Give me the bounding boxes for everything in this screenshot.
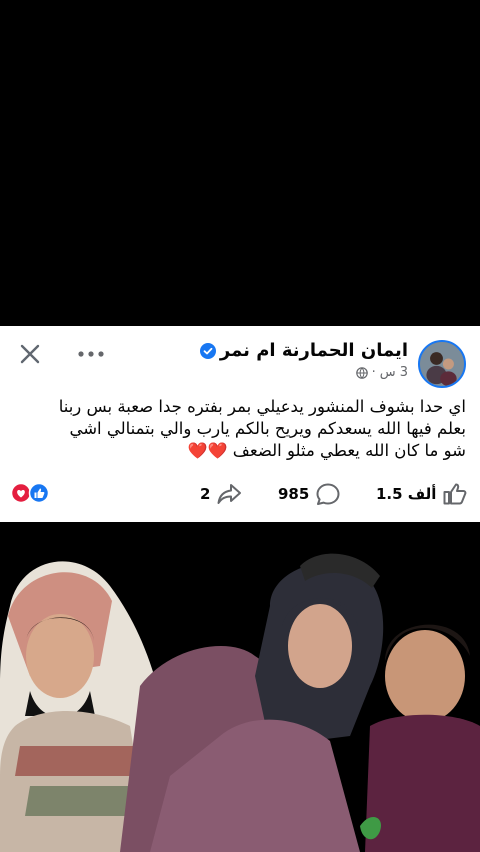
share-icon	[217, 484, 242, 504]
post-photo-collage[interactable]	[0, 526, 480, 852]
avatar[interactable]	[418, 340, 466, 388]
close-icon[interactable]	[18, 342, 42, 366]
comment-stat[interactable]: 985	[278, 482, 341, 506]
like-icon	[443, 483, 467, 505]
avatar-image	[420, 342, 464, 386]
meta-dot: ·	[371, 365, 376, 380]
share-stat[interactable]: 2	[200, 482, 242, 506]
photo-illustration	[0, 526, 480, 852]
verified-icon	[199, 342, 216, 359]
post-text: اي حدا بشوف المنشور يدعيلي بمر بفتره جدا…	[14, 396, 466, 462]
globe-icon	[355, 366, 368, 379]
like-stat[interactable]: 1.5 ألف	[376, 482, 468, 506]
heart-emojis: ❤️❤️	[187, 441, 228, 460]
post-footer: 2 985 1.5 ألف	[0, 476, 480, 510]
author-block: ايمان الحمارنة ام نمر 3 س ·	[199, 340, 408, 380]
post-text-line: اي حدا بشوف المنشور يدعيلي بمر بفتره جدا…	[58, 397, 466, 416]
share-count: 2	[200, 485, 211, 503]
post-time[interactable]: 3 س	[380, 365, 408, 380]
post-header: ايمان الحمارنة ام نمر 3 س ·	[14, 338, 466, 388]
reactions-icon[interactable]	[10, 482, 54, 504]
post-text-line: بعلم فيها الله يسعدكم ويريح بالكم يارب و…	[69, 419, 466, 438]
comment-icon	[316, 483, 340, 505]
post-text-line: شو ما كان الله يعطي مثلو الضعف	[232, 441, 466, 460]
like-count: 1.5 ألف	[376, 485, 437, 503]
author-name[interactable]: ايمان الحمارنة ام نمر	[220, 340, 408, 361]
comment-count: 985	[278, 485, 310, 503]
top-black-area	[0, 0, 480, 326]
facebook-post-card: ايمان الحمارنة ام نمر 3 س · اي حدا بشوف …	[0, 326, 480, 522]
post-text-line-last: شو ما كان الله يعطي مثلو الضعف ❤️❤️	[14, 440, 466, 462]
more-options-icon[interactable]	[74, 346, 108, 362]
post-meta: 3 س ·	[200, 365, 408, 380]
